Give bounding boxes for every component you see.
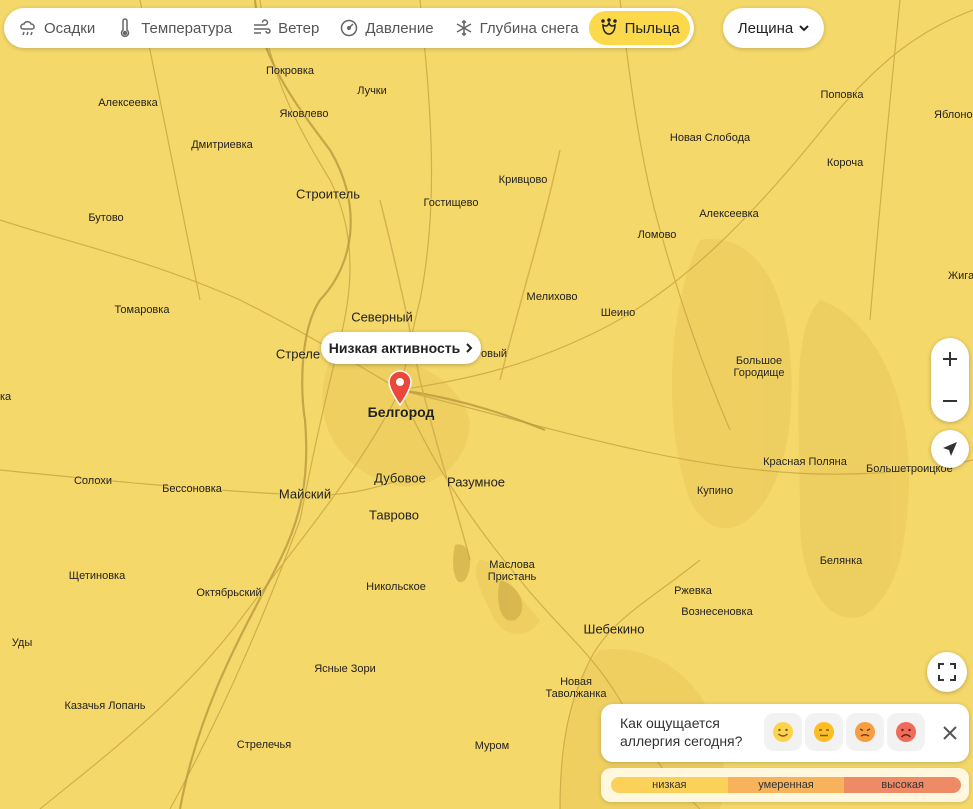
place-label: Северный bbox=[351, 309, 413, 325]
pollen-legend: низкая умеренная высокая bbox=[601, 768, 969, 802]
zoom-in-button[interactable] bbox=[931, 338, 969, 380]
plant-select-dropdown[interactable]: Лещина bbox=[723, 8, 824, 48]
tab-label: Ветер bbox=[278, 19, 320, 37]
chevron-right-icon bbox=[466, 343, 473, 353]
place-label: Мелихово bbox=[526, 291, 578, 303]
zoom-out-button[interactable] bbox=[931, 380, 969, 422]
gauge-icon bbox=[339, 18, 359, 38]
city-label-belgorod: Белгород bbox=[367, 404, 435, 420]
place-label: Томаровка bbox=[114, 304, 170, 316]
callout-label: Низкая активность bbox=[328, 340, 461, 356]
place-label: Бессоновка bbox=[162, 483, 222, 495]
fullscreen-icon bbox=[938, 663, 956, 681]
tab-pollen[interactable]: Пыльца bbox=[588, 11, 690, 45]
tab-wind[interactable]: Ветер bbox=[242, 11, 329, 45]
place-label: Щетиновка bbox=[68, 570, 126, 582]
place-label: овый bbox=[480, 348, 508, 360]
tab-label: Глубина снега bbox=[479, 19, 579, 37]
my-location-button[interactable] bbox=[931, 430, 969, 468]
tab-pressure[interactable]: Давление bbox=[329, 11, 443, 45]
place-label: Строитель bbox=[295, 186, 361, 202]
place-label: Никольское bbox=[366, 581, 426, 593]
legend-high: высокая bbox=[844, 777, 961, 793]
snowflake-icon bbox=[454, 18, 474, 38]
place-label: Поповка bbox=[820, 89, 864, 101]
pollen-activity-callout[interactable]: Низкая активность bbox=[321, 332, 481, 364]
allergy-feedback-card: Как ощущается аллергия сегодня? bbox=[601, 704, 969, 762]
place-label: Ломово bbox=[637, 229, 677, 241]
place-label: Покровка bbox=[265, 65, 315, 77]
tab-snow-depth[interactable]: Глубина снега bbox=[444, 11, 589, 45]
place-label: Лучки bbox=[357, 85, 387, 97]
place-label: Новая Таволжанка bbox=[545, 676, 607, 700]
place-label: Новая Слобода bbox=[669, 132, 751, 144]
zoom-control bbox=[931, 338, 969, 422]
map-canvas[interactable] bbox=[0, 0, 973, 809]
plus-icon bbox=[943, 352, 957, 366]
place-label: Уды bbox=[11, 637, 33, 649]
tab-label: Давление bbox=[365, 19, 434, 37]
sad-face-button[interactable] bbox=[887, 713, 925, 751]
happy-face-button[interactable] bbox=[764, 713, 802, 751]
tab-label: Осадки bbox=[44, 19, 96, 37]
thermometer-icon bbox=[115, 18, 135, 38]
place-label: Яблоно bbox=[934, 109, 973, 121]
chevron-down-icon bbox=[799, 25, 809, 32]
legend-scale: низкая умеренная высокая bbox=[611, 777, 961, 793]
cloud-rain-icon bbox=[18, 18, 38, 38]
place-label: Алексеевка bbox=[98, 97, 158, 109]
place-label: Шеино bbox=[600, 307, 636, 319]
tab-label: Пыльца bbox=[624, 19, 680, 37]
place-label: Белянка bbox=[819, 555, 863, 567]
place-label: ка bbox=[0, 391, 12, 403]
place-label: Казачья Лопань bbox=[64, 700, 146, 712]
close-icon[interactable] bbox=[939, 722, 961, 744]
place-label: Купино bbox=[696, 485, 734, 497]
place-label: Яковлево bbox=[279, 108, 329, 120]
minus-icon bbox=[943, 400, 957, 402]
place-label: Ясные Зори bbox=[314, 663, 376, 675]
fullscreen-button[interactable] bbox=[927, 652, 967, 692]
place-label: Разумное bbox=[446, 474, 506, 490]
place-label: Короча bbox=[826, 157, 864, 169]
tab-label: Температура bbox=[141, 19, 233, 37]
place-label: Кривцово bbox=[498, 174, 548, 186]
legend-moderate: умеренная bbox=[727, 777, 845, 793]
place-label: Таврово bbox=[369, 507, 419, 523]
plant-select-value: Лещина bbox=[737, 19, 794, 37]
tab-precipitation[interactable]: Осадки bbox=[8, 11, 105, 45]
tab-temperature[interactable]: Температура bbox=[105, 11, 242, 45]
pollen-flower-icon bbox=[599, 18, 619, 38]
happy-face-icon bbox=[773, 722, 793, 742]
place-label: Шебекино bbox=[583, 621, 645, 637]
layer-toolbar: Осадки Температура Ветер Давление Глубин… bbox=[4, 8, 694, 48]
place-label: Дубовое bbox=[374, 470, 426, 486]
neutral-face-button[interactable] bbox=[805, 713, 843, 751]
place-label: Маслова Пристань bbox=[487, 559, 537, 583]
location-pin-icon[interactable] bbox=[387, 370, 413, 406]
place-label: Красная Поляна bbox=[763, 456, 847, 468]
place-label: Ржевка bbox=[674, 585, 712, 597]
place-label: Муром bbox=[474, 740, 510, 752]
place-label: Большое Городище bbox=[733, 355, 785, 379]
place-label: Бутово bbox=[88, 212, 124, 224]
sad-face-icon bbox=[896, 722, 916, 742]
place-label: Солохи bbox=[73, 475, 113, 487]
place-label: Майский bbox=[278, 486, 332, 502]
uneasy-face-icon bbox=[855, 722, 875, 742]
neutral-face-icon bbox=[814, 722, 834, 742]
place-label: Стрелечья bbox=[236, 739, 292, 751]
uneasy-face-button[interactable] bbox=[846, 713, 884, 751]
place-label: Гостищево bbox=[423, 197, 479, 209]
place-label: Жига bbox=[948, 270, 973, 282]
navigation-arrow-icon bbox=[943, 442, 957, 456]
place-label: Вознесеновка bbox=[681, 606, 753, 618]
wind-icon bbox=[252, 18, 272, 38]
place-label: Октябрьский bbox=[196, 587, 262, 599]
legend-low: низкая bbox=[611, 777, 728, 793]
allergy-question: Как ощущается аллергия сегодня? bbox=[620, 715, 743, 749]
place-label: Дмитриевка bbox=[191, 139, 253, 151]
place-label: Стреле bbox=[275, 346, 321, 362]
place-label: Алексеевка bbox=[699, 208, 759, 220]
